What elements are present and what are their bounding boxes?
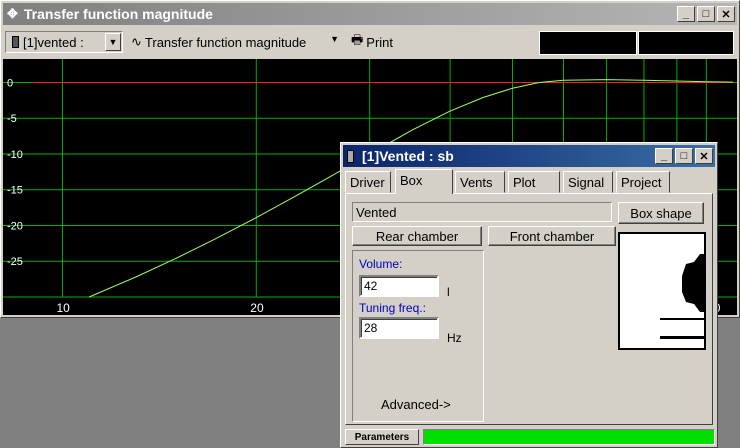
- move-icon: ✥: [7, 6, 18, 21]
- print-label: Print: [366, 34, 394, 50]
- tuning-freq-label: Tuning freq.:: [359, 301, 426, 315]
- y-tick-label: 0: [7, 77, 13, 89]
- close-button[interactable]: ✕: [695, 148, 713, 164]
- port-line-bottom: [660, 336, 704, 339]
- enclosure-diagram: [660, 254, 704, 339]
- view-selector[interactable]: ∿ Transfer function magnitude ▼: [127, 31, 341, 53]
- tab-box[interactable]: Box: [395, 169, 453, 194]
- printer-icon: 🖶: [351, 32, 364, 47]
- x-tick-label: 10: [56, 301, 70, 315]
- wave-icon: ∿: [131, 34, 142, 49]
- minimize-button[interactable]: _: [677, 6, 695, 22]
- box-shape-preview: [618, 232, 706, 350]
- box-tab-panel: Vented Box shape Rear chamber Front cham…: [345, 193, 713, 425]
- volume-input[interactable]: [359, 275, 439, 297]
- tab-project[interactable]: Project: [616, 171, 670, 193]
- status-label: Parameters: [345, 429, 419, 445]
- status-progress: [423, 429, 715, 445]
- speaker-icon: [12, 36, 19, 48]
- rear-chamber-button[interactable]: Rear chamber: [352, 226, 482, 246]
- readout-box-2: [638, 31, 734, 55]
- close-button[interactable]: ✕: [717, 6, 735, 22]
- y-tick-label: -15: [7, 185, 23, 197]
- main-toolbar: [1]vented : ▼ ∿ Transfer function magnit…: [3, 29, 737, 55]
- tab-plot[interactable]: Plot: [508, 171, 560, 193]
- parameters-group: Volume: l Tuning freq.: Hz Advanced->: [352, 250, 484, 422]
- box-type-field: Vented: [352, 202, 612, 222]
- status-label-text: Parameters: [354, 431, 410, 443]
- readout-box-1: [539, 31, 637, 55]
- main-titlebar: ✥ Transfer function magnitude _ □ ✕: [3, 3, 737, 25]
- tab-vents[interactable]: Vents: [455, 171, 505, 193]
- vented-dialog: [1]Vented : sb _ □ ✕ Driver Box Vents Pl…: [340, 142, 718, 448]
- view-selector-label: Transfer function magnitude: [144, 34, 307, 50]
- tab-strip: Driver Box Vents Plot Signal Project: [343, 169, 715, 194]
- y-tick-label: -25: [7, 256, 23, 268]
- dialog-title: [1]Vented : sb: [362, 148, 454, 164]
- tab-driver[interactable]: Driver: [345, 171, 391, 193]
- speaker-icon: [347, 149, 354, 163]
- front-chamber-button[interactable]: Front chamber: [488, 226, 616, 246]
- box-type-label: Vented: [356, 205, 397, 220]
- driver-selector[interactable]: [1]vented : ▼: [5, 31, 123, 53]
- x-tick-label: 20: [250, 301, 264, 315]
- y-tick-label: -20: [7, 220, 23, 232]
- box-shape-button[interactable]: Box shape: [618, 202, 704, 224]
- print-button[interactable]: 🖶 Print: [349, 31, 409, 53]
- volume-unit: l: [447, 285, 450, 299]
- port-line-top: [660, 318, 704, 320]
- maximize-button[interactable]: □: [697, 6, 715, 22]
- status-bar: Parameters: [343, 429, 717, 445]
- tuning-freq-unit: Hz: [447, 331, 462, 345]
- advanced-button[interactable]: Advanced->: [381, 397, 451, 412]
- dialog-titlebar: [1]Vented : sb _ □ ✕: [343, 145, 715, 167]
- chevron-down-icon[interactable]: ▼: [105, 33, 121, 51]
- maximize-button[interactable]: □: [675, 148, 693, 164]
- chevron-down-icon[interactable]: ▼: [330, 34, 339, 44]
- minimize-button[interactable]: _: [655, 148, 673, 164]
- y-tick-label: -10: [7, 149, 23, 161]
- main-window-title: Transfer function magnitude: [23, 6, 213, 22]
- y-tick-label: -5: [7, 113, 17, 125]
- tab-signal[interactable]: Signal: [563, 171, 613, 193]
- driver-shape: [682, 254, 704, 312]
- tuning-freq-input[interactable]: [359, 317, 439, 339]
- volume-label: Volume:: [359, 257, 403, 271]
- driver-selector-label: [1]vented :: [23, 34, 84, 50]
